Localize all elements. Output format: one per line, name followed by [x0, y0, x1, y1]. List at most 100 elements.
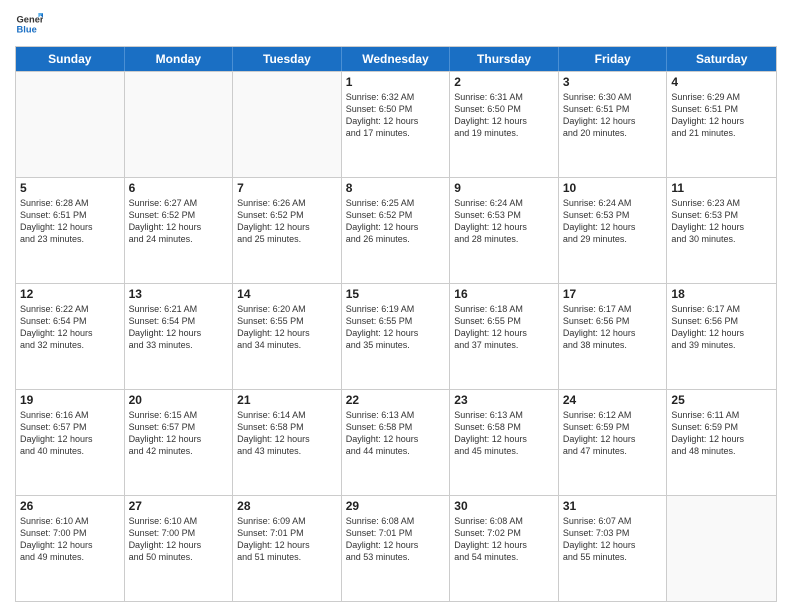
cell-day-number: 21	[237, 393, 337, 407]
header: GeneralBlue	[15, 10, 777, 38]
cell-day-number: 15	[346, 287, 446, 301]
calendar-cell: 19Sunrise: 6:16 AM Sunset: 6:57 PM Dayli…	[16, 390, 125, 495]
calendar-cell: 30Sunrise: 6:08 AM Sunset: 7:02 PM Dayli…	[450, 496, 559, 601]
cell-day-number: 5	[20, 181, 120, 195]
calendar-cell	[16, 72, 125, 177]
calendar-cell: 14 Sunrise: 6:20 AM Sunset: 6:55 PM Dayli…	[233, 284, 342, 389]
cell-day-number: 7	[237, 181, 337, 195]
cell-day-number: 22	[346, 393, 446, 407]
calendar-cell: 27 Sunrise: 6:10 AM Sunset: 7:00 PM Dayli…	[125, 496, 234, 601]
cell-info: Sunrise: 6:24 AM Sunset: 6:53 PM Dayligh…	[454, 197, 554, 246]
calendar-cell	[667, 496, 776, 601]
calendar-header: SundayMondayTuesdayWednesdayThursdayFrid…	[16, 47, 776, 71]
cell-info: Sunrise: 6:32 AM Sunset: 6:50 PM Dayligh…	[346, 91, 446, 140]
cell-info: Sunrise: 6:20 AM Sunset: 6:55 PM Dayligh…	[237, 303, 337, 352]
cell-info: Sunrise: 6:14 AM Sunset: 6:58 PM Dayligh…	[237, 409, 337, 458]
cell-info: Sunrise: 6:18 AM Sunset: 6:55 PM Dayligh…	[454, 303, 554, 352]
cell-day-number: 17	[563, 287, 663, 301]
calendar-cell: 1 Sunrise: 6:32 AM Sunset: 6:50 PM Daylig…	[342, 72, 451, 177]
cell-info: Sunrise: 6:11 AM Sunset: 6:59 PM Dayligh…	[671, 409, 772, 458]
cell-info: Sunrise: 6:10 AM Sunset: 7:00 PM Dayligh…	[129, 515, 229, 564]
cell-day-number: 11	[671, 181, 772, 195]
calendar-cell: 17 Sunrise: 6:17 AM Sunset: 6:56 PM Dayli…	[559, 284, 668, 389]
cell-info: Sunrise: 6:16 AM Sunset: 6:57 PM Dayligh…	[20, 409, 120, 458]
cell-day-number: 24	[563, 393, 663, 407]
calendar-body: 1 Sunrise: 6:32 AM Sunset: 6:50 PM Daylig…	[16, 71, 776, 601]
weekday-header: Sunday	[16, 47, 125, 71]
calendar-cell: 11 Sunrise: 6:23 AM Sunset: 6:53 PM Dayli…	[667, 178, 776, 283]
calendar-cell: 20Sunrise: 6:15 AM Sunset: 6:57 PM Dayli…	[125, 390, 234, 495]
calendar-cell: 6 Sunrise: 6:27 AM Sunset: 6:52 PM Daylig…	[125, 178, 234, 283]
calendar-row: 12Sunrise: 6:22 AM Sunset: 6:54 PM Dayli…	[16, 283, 776, 389]
calendar-cell: 25Sunrise: 6:11 AM Sunset: 6:59 PM Dayli…	[667, 390, 776, 495]
weekday-header: Wednesday	[342, 47, 451, 71]
calendar-cell: 28 Sunrise: 6:09 AM Sunset: 7:01 PM Dayli…	[233, 496, 342, 601]
calendar-cell: 24 Sunrise: 6:12 AM Sunset: 6:59 PM Dayli…	[559, 390, 668, 495]
cell-info: Sunrise: 6:08 AM Sunset: 7:01 PM Dayligh…	[346, 515, 446, 564]
calendar-row: 26Sunrise: 6:10 AM Sunset: 7:00 PM Dayli…	[16, 495, 776, 601]
cell-day-number: 13	[129, 287, 229, 301]
cell-day-number: 20	[129, 393, 229, 407]
cell-info: Sunrise: 6:26 AM Sunset: 6:52 PM Dayligh…	[237, 197, 337, 246]
cell-info: Sunrise: 6:27 AM Sunset: 6:52 PM Dayligh…	[129, 197, 229, 246]
calendar-cell	[233, 72, 342, 177]
cell-info: Sunrise: 6:07 AM Sunset: 7:03 PM Dayligh…	[563, 515, 663, 564]
cell-day-number: 10	[563, 181, 663, 195]
cell-info: Sunrise: 6:12 AM Sunset: 6:59 PM Dayligh…	[563, 409, 663, 458]
cell-info: Sunrise: 6:09 AM Sunset: 7:01 PM Dayligh…	[237, 515, 337, 564]
calendar-cell: 31 Sunrise: 6:07 AM Sunset: 7:03 PM Dayli…	[559, 496, 668, 601]
calendar-cell: 7 Sunrise: 6:26 AM Sunset: 6:52 PM Daylig…	[233, 178, 342, 283]
cell-info: Sunrise: 6:17 AM Sunset: 6:56 PM Dayligh…	[563, 303, 663, 352]
calendar-cell: 21 Sunrise: 6:14 AM Sunset: 6:58 PM Dayli…	[233, 390, 342, 495]
weekday-header: Friday	[559, 47, 668, 71]
calendar-cell: 13 Sunrise: 6:21 AM Sunset: 6:54 PM Dayli…	[125, 284, 234, 389]
cell-day-number: 27	[129, 499, 229, 513]
calendar-cell: 18 Sunrise: 6:17 AM Sunset: 6:56 PM Dayli…	[667, 284, 776, 389]
cell-info: Sunrise: 6:13 AM Sunset: 6:58 PM Dayligh…	[346, 409, 446, 458]
calendar-cell: 16 Sunrise: 6:18 AM Sunset: 6:55 PM Dayli…	[450, 284, 559, 389]
cell-day-number: 14	[237, 287, 337, 301]
cell-info: Sunrise: 6:10 AM Sunset: 7:00 PM Dayligh…	[20, 515, 120, 564]
cell-day-number: 3	[563, 75, 663, 89]
cell-day-number: 9	[454, 181, 554, 195]
svg-text:Blue: Blue	[17, 25, 37, 35]
calendar-cell: 9 Sunrise: 6:24 AM Sunset: 6:53 PM Daylig…	[450, 178, 559, 283]
calendar-cell	[125, 72, 234, 177]
calendar-cell: 5 Sunrise: 6:28 AM Sunset: 6:51 PM Daylig…	[16, 178, 125, 283]
cell-info: Sunrise: 6:17 AM Sunset: 6:56 PM Dayligh…	[671, 303, 772, 352]
cell-info: Sunrise: 6:31 AM Sunset: 6:50 PM Dayligh…	[454, 91, 554, 140]
cell-day-number: 29	[346, 499, 446, 513]
cell-info: Sunrise: 6:08 AM Sunset: 7:02 PM Dayligh…	[454, 515, 554, 564]
calendar-cell: 8 Sunrise: 6:25 AM Sunset: 6:52 PM Daylig…	[342, 178, 451, 283]
cell-day-number: 1	[346, 75, 446, 89]
calendar-cell: 22 Sunrise: 6:13 AM Sunset: 6:58 PM Dayli…	[342, 390, 451, 495]
cell-info: Sunrise: 6:22 AM Sunset: 6:54 PM Dayligh…	[20, 303, 120, 352]
cell-info: Sunrise: 6:13 AM Sunset: 6:58 PM Dayligh…	[454, 409, 554, 458]
cell-day-number: 18	[671, 287, 772, 301]
calendar-cell: 2Sunrise: 6:31 AM Sunset: 6:50 PM Daylig…	[450, 72, 559, 177]
calendar-cell: 23Sunrise: 6:13 AM Sunset: 6:58 PM Dayli…	[450, 390, 559, 495]
cell-day-number: 16	[454, 287, 554, 301]
cell-day-number: 6	[129, 181, 229, 195]
weekday-header: Monday	[125, 47, 234, 71]
cell-day-number: 31	[563, 499, 663, 513]
logo: GeneralBlue	[15, 10, 43, 38]
cell-info: Sunrise: 6:28 AM Sunset: 6:51 PM Dayligh…	[20, 197, 120, 246]
cell-day-number: 4	[671, 75, 772, 89]
cell-info: Sunrise: 6:19 AM Sunset: 6:55 PM Dayligh…	[346, 303, 446, 352]
weekday-header: Tuesday	[233, 47, 342, 71]
cell-info: Sunrise: 6:30 AM Sunset: 6:51 PM Dayligh…	[563, 91, 663, 140]
calendar-cell: 10Sunrise: 6:24 AM Sunset: 6:53 PM Dayli…	[559, 178, 668, 283]
calendar-cell: 4 Sunrise: 6:29 AM Sunset: 6:51 PM Daylig…	[667, 72, 776, 177]
calendar-cell: 3 Sunrise: 6:30 AM Sunset: 6:51 PM Daylig…	[559, 72, 668, 177]
calendar-cell: 26Sunrise: 6:10 AM Sunset: 7:00 PM Dayli…	[16, 496, 125, 601]
page: GeneralBlue SundayMondayTuesdayWednesday…	[0, 0, 792, 612]
cell-info: Sunrise: 6:21 AM Sunset: 6:54 PM Dayligh…	[129, 303, 229, 352]
logo-icon: GeneralBlue	[15, 10, 43, 38]
cell-day-number: 28	[237, 499, 337, 513]
cell-day-number: 8	[346, 181, 446, 195]
cell-info: Sunrise: 6:23 AM Sunset: 6:53 PM Dayligh…	[671, 197, 772, 246]
weekday-header: Thursday	[450, 47, 559, 71]
cell-info: Sunrise: 6:29 AM Sunset: 6:51 PM Dayligh…	[671, 91, 772, 140]
cell-info: Sunrise: 6:25 AM Sunset: 6:52 PM Dayligh…	[346, 197, 446, 246]
